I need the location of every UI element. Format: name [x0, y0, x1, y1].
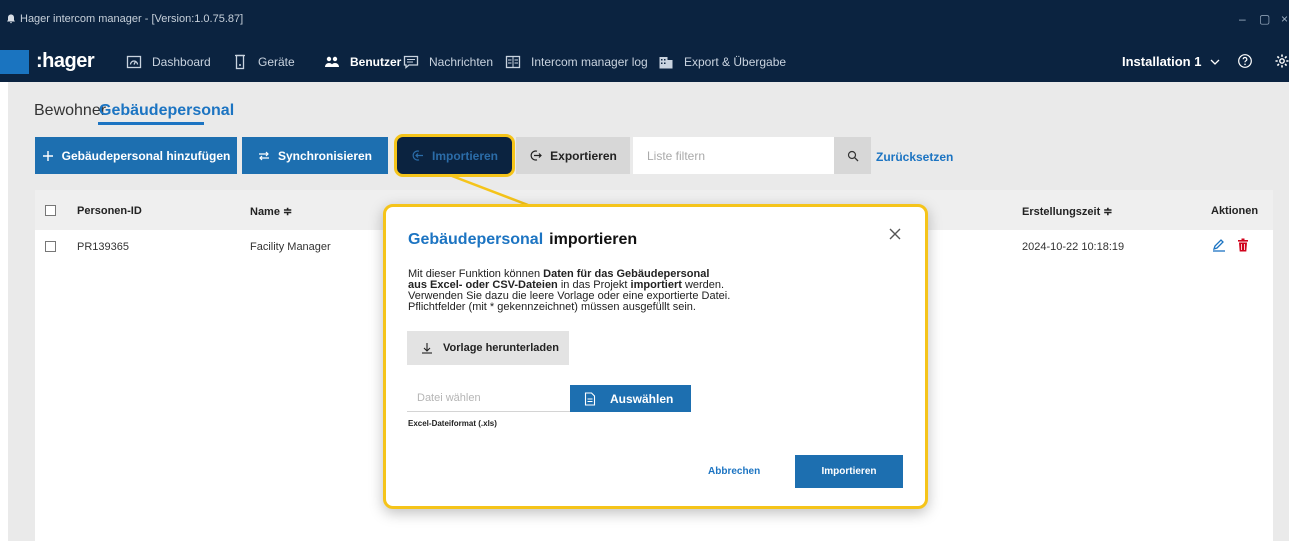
header-created[interactable]: Erstellungszeit ≑: [1022, 205, 1113, 218]
device-icon: [235, 54, 245, 70]
nav-benutzer-label: Benutzer: [350, 55, 402, 69]
sync-button[interactable]: Synchronisieren: [242, 137, 388, 174]
nav-log[interactable]: Intercom manager log: [505, 54, 648, 70]
import-dialog: Gebäudepersonal importieren Mit dieser Fu…: [383, 204, 928, 509]
minimize-button[interactable]: –: [1239, 12, 1246, 26]
tab-gebaeudepersonal[interactable]: Gebäudepersonal: [99, 102, 234, 120]
installation-selector[interactable]: Installation 1: [1122, 54, 1221, 69]
delete-icon[interactable]: [1237, 238, 1249, 252]
dashboard-icon: [126, 55, 142, 69]
download-template-label: Vorlage herunterladen: [443, 342, 559, 354]
file-input[interactable]: [407, 385, 570, 412]
export-label: Exportieren: [550, 148, 617, 163]
header-actions: Aktionen: [1211, 205, 1259, 217]
main-nav: :hager Dashboard Geräte Benutzer Nachric…: [0, 40, 1289, 82]
dialog-title: Gebäudepersonal importieren: [408, 231, 637, 249]
cell-created: 2024-10-22 10:18:19: [1022, 241, 1125, 253]
users-icon: [325, 56, 339, 67]
message-icon: [403, 55, 419, 69]
nav-geraete[interactable]: Geräte: [232, 54, 295, 70]
tab-bewohner[interactable]: Bewohner: [34, 102, 106, 120]
log-icon: [505, 55, 521, 69]
choose-file-label: Auswählen: [610, 391, 674, 406]
choose-file-button[interactable]: Auswählen: [570, 385, 691, 412]
nav-benutzer[interactable]: Benutzer: [324, 54, 401, 70]
import-button[interactable]: Importieren: [394, 134, 515, 177]
settings-icon[interactable]: [1274, 53, 1289, 69]
sync-label: Synchronisieren: [277, 148, 373, 163]
active-tab-indicator: [98, 122, 204, 125]
confirm-import-button[interactable]: Importieren: [795, 455, 903, 488]
cancel-button[interactable]: Abbrechen: [708, 466, 760, 477]
nav-geraete-label: Geräte: [258, 55, 295, 69]
reset-link[interactable]: Zurücksetzen: [876, 150, 953, 164]
nav-log-label: Intercom manager log: [531, 55, 648, 69]
hager-logo: :hager: [36, 50, 95, 72]
add-staff-label: Gebäudepersonal hinzufügen: [61, 148, 231, 163]
download-icon: [422, 343, 432, 354]
export-icon: [530, 150, 543, 161]
close-icon[interactable]: [888, 227, 902, 241]
file-format-hint: Excel-Dateiformat (.xls): [408, 419, 497, 428]
highlight-connector: [451, 175, 529, 207]
building-icon: [659, 57, 673, 69]
row-checkbox[interactable]: [45, 241, 56, 252]
chevron-down-icon: [1211, 59, 1220, 65]
nav-nachrichten[interactable]: Nachrichten: [403, 54, 493, 70]
sync-icon: [258, 151, 269, 160]
file-icon: [584, 391, 596, 406]
nav-dashboard[interactable]: Dashboard: [126, 54, 211, 70]
nav-dashboard-label: Dashboard: [152, 55, 211, 69]
edit-icon[interactable]: [1212, 238, 1226, 252]
search-icon: [847, 150, 858, 161]
installation-label: Installation 1: [1122, 54, 1202, 69]
select-all-checkbox[interactable]: [45, 205, 56, 216]
import-icon: [412, 150, 423, 161]
nav-export-label: Export & Übergabe: [684, 55, 787, 69]
app-window: Hager intercom manager - [Version:1.0.75…: [0, 0, 1289, 541]
export-button[interactable]: Exportieren: [516, 137, 630, 174]
header-personen-id[interactable]: Personen-ID: [77, 205, 142, 217]
search-button[interactable]: [834, 137, 871, 174]
import-label: Importieren: [431, 148, 498, 163]
download-template-button[interactable]: Vorlage herunterladen: [407, 331, 569, 365]
restore-button[interactable]: ▢: [1259, 12, 1270, 26]
nav-export[interactable]: Export & Übergabe: [658, 54, 786, 70]
brand-accent: [0, 50, 29, 74]
title-bar: Hager intercom manager - [Version:1.0.75…: [0, 0, 1289, 40]
plus-icon: [42, 150, 53, 161]
close-window-button[interactable]: ×: [1281, 12, 1288, 26]
bell-icon: [7, 14, 15, 24]
cell-personen-id: PR139365: [77, 241, 129, 253]
dialog-title-action: importieren: [549, 231, 638, 248]
filter-input[interactable]: [633, 137, 834, 174]
add-staff-button[interactable]: Gebäudepersonal hinzufügen: [35, 137, 237, 174]
header-name[interactable]: Name ≑: [250, 205, 292, 218]
desc-text-5: Pflichtfelder (mit * gekennzeichnet) müs…: [408, 301, 696, 313]
help-icon[interactable]: [1237, 53, 1253, 69]
cell-name: Facility Manager: [250, 241, 331, 253]
dialog-description: Mit dieser Funktion können Daten für das…: [408, 269, 848, 313]
nav-nachrichten-label: Nachrichten: [429, 55, 494, 69]
window-title: Hager intercom manager - [Version:1.0.75…: [20, 13, 244, 25]
dialog-title-entity: Gebäudepersonal: [408, 231, 544, 248]
